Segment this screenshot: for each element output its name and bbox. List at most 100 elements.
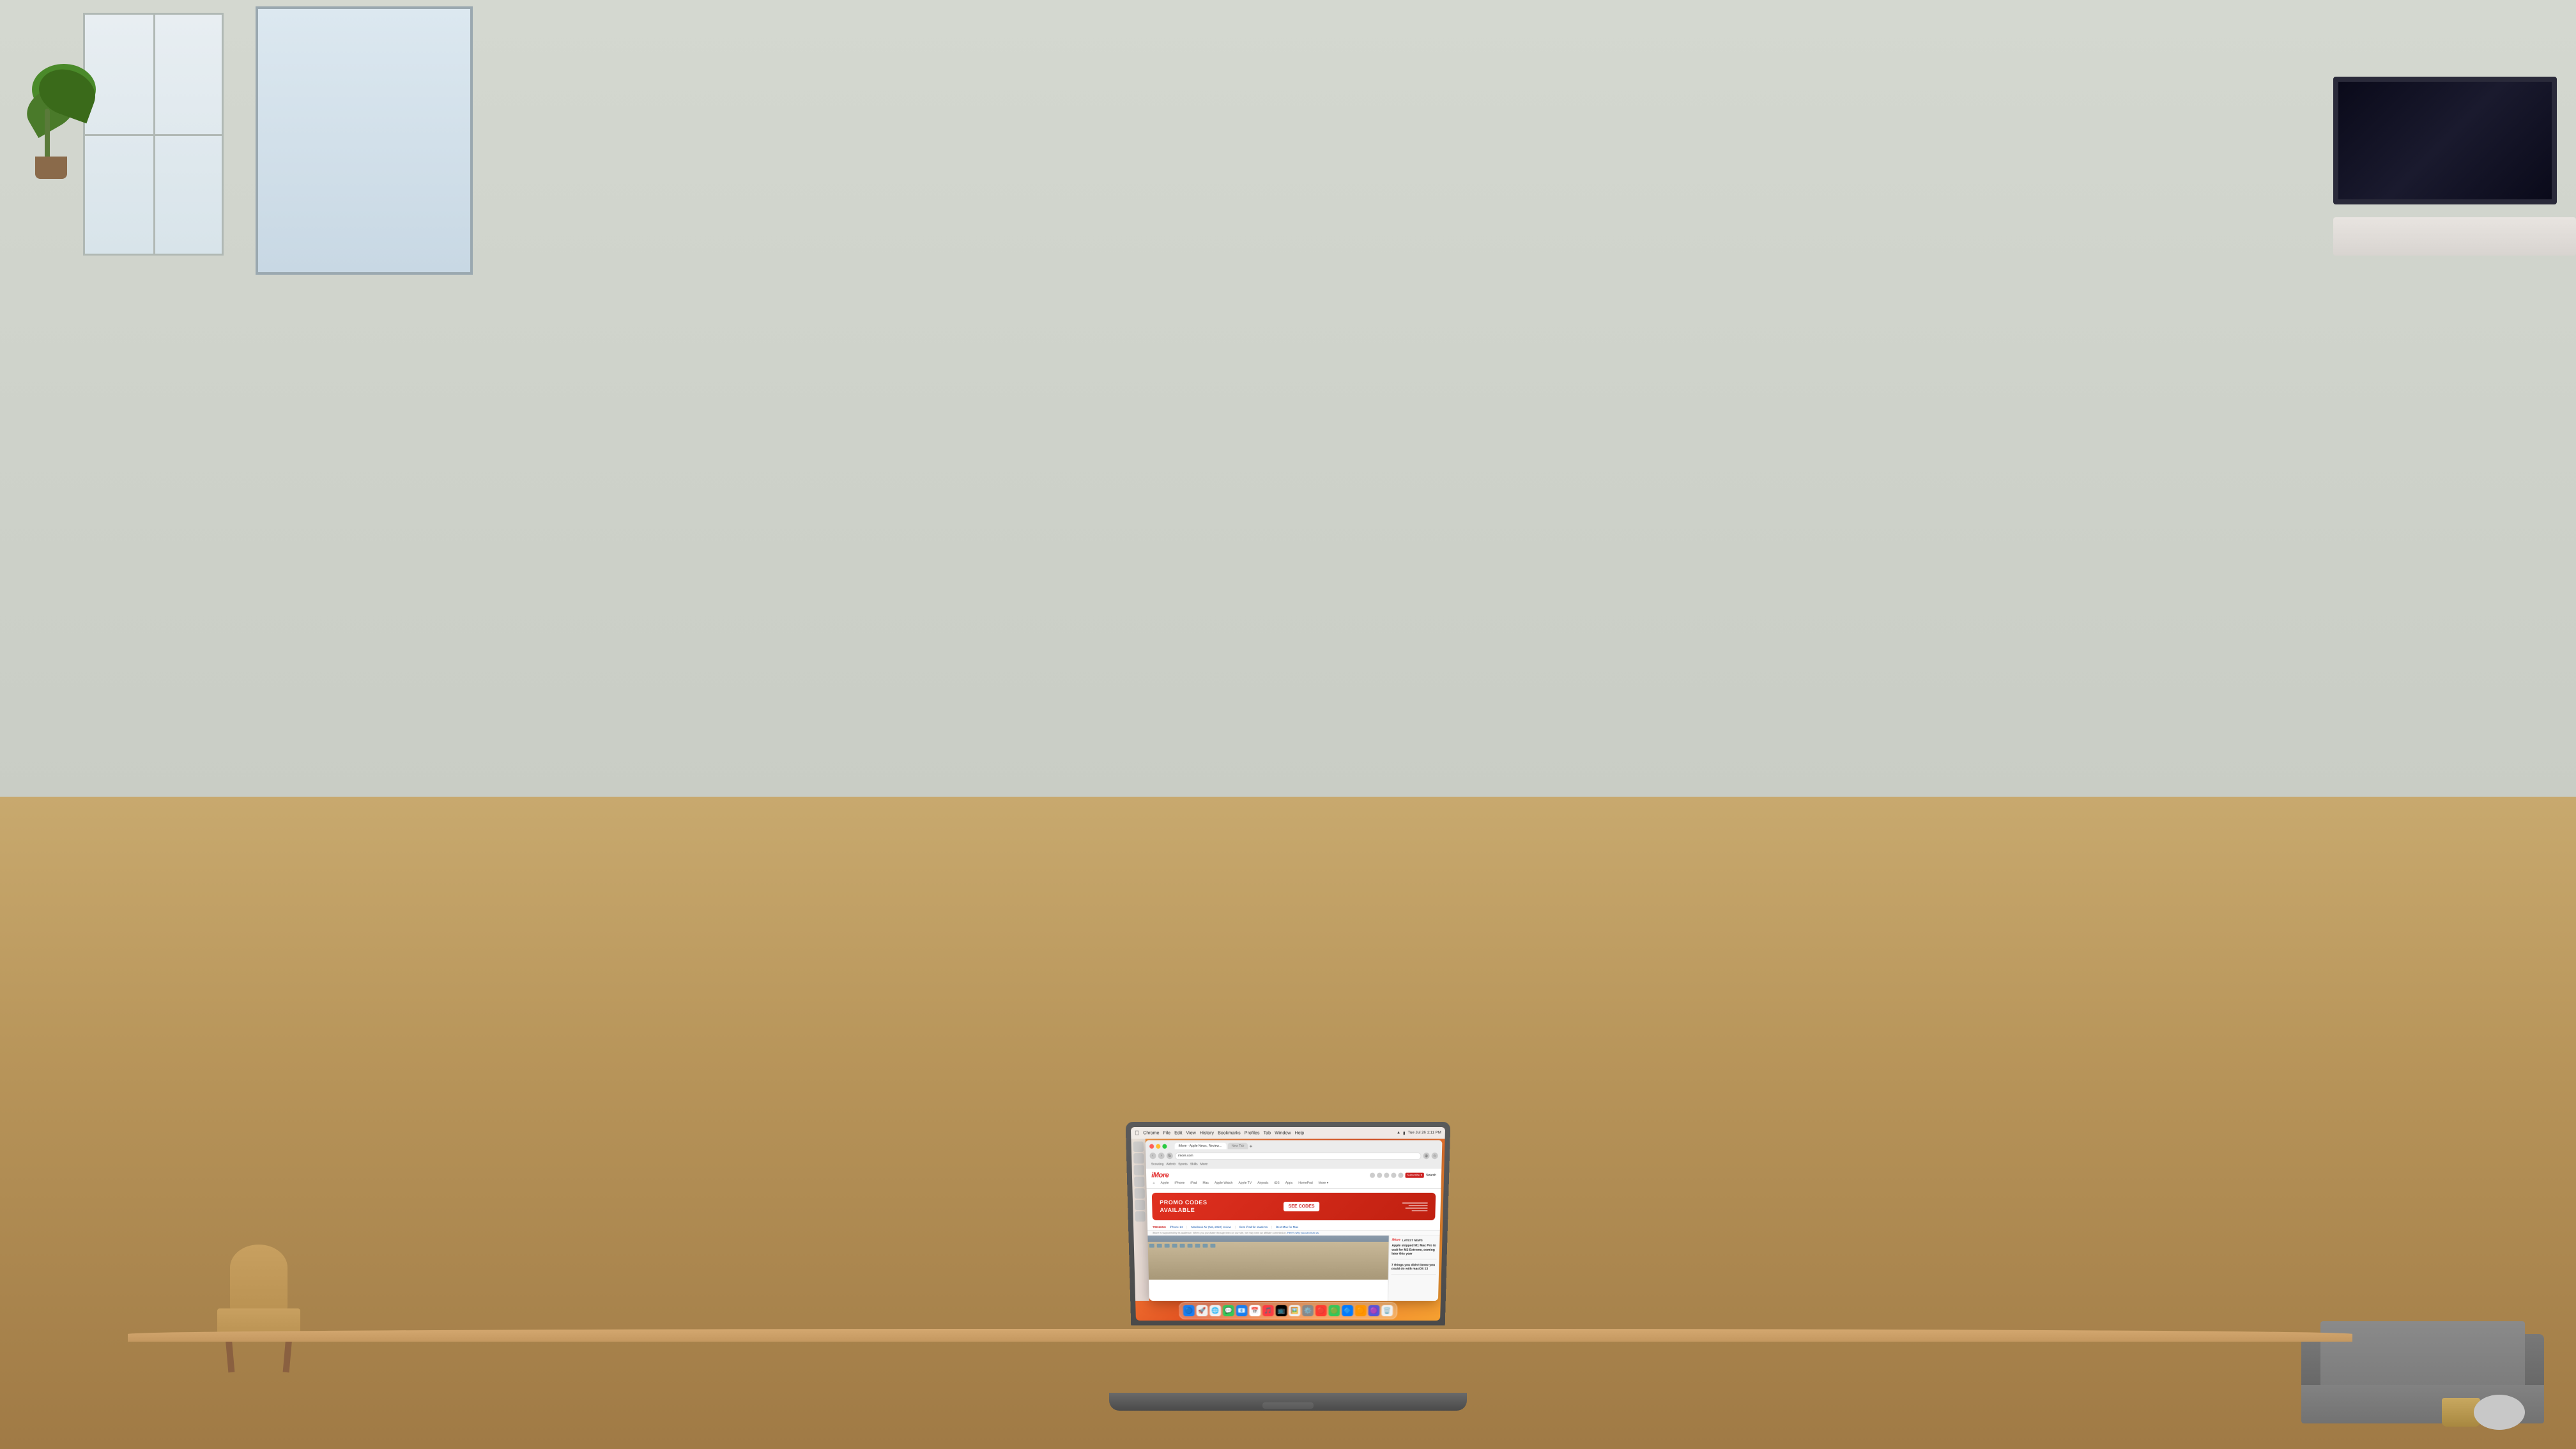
extensions-button[interactable]: ⊕ (1423, 1153, 1429, 1159)
nav-iphone[interactable]: iPhone (1173, 1181, 1186, 1186)
dock-trash[interactable]: 🗑️ (1381, 1305, 1393, 1316)
dock-launchpad[interactable]: 🚀 (1196, 1305, 1208, 1316)
sidebar-item[interactable] (1135, 1200, 1145, 1210)
new-tab-button[interactable]: + (1250, 1144, 1253, 1149)
menubar-file[interactable]: File (1163, 1131, 1171, 1135)
sidebar-item[interactable] (1134, 1177, 1145, 1187)
promo-cta-button[interactable]: SEE CODES (1284, 1202, 1320, 1211)
trending-ipad[interactable]: Best iPad for students (1239, 1225, 1268, 1229)
promo-title: PROMO CODES (1160, 1199, 1208, 1207)
address-bar[interactable]: imore.com (1175, 1153, 1422, 1160)
menubar-chrome[interactable]: Chrome (1143, 1131, 1159, 1135)
nav-homepod[interactable]: HomePod (1297, 1181, 1314, 1186)
bookmark-more[interactable]: More (1200, 1162, 1208, 1166)
nav-more[interactable]: More ▾ (1317, 1181, 1330, 1186)
main-content: iMore LATEST NEWS Apple skipped M1 Mac P… (1147, 1236, 1439, 1301)
menubar-edit[interactable]: Edit (1174, 1131, 1182, 1135)
menubar-bookmarks[interactable]: Bookmarks (1218, 1131, 1241, 1135)
menubar-help[interactable]: Help (1295, 1131, 1305, 1135)
menubar-profiles[interactable]: Profiles (1245, 1131, 1260, 1135)
chair-leg (283, 1337, 293, 1373)
news-item-title: Apple skipped M1 Mac Pro to wait for M2 … (1392, 1244, 1437, 1256)
sidebar-item[interactable] (1134, 1165, 1145, 1175)
trending-iphone14[interactable]: iPhone 14 (1170, 1225, 1183, 1229)
tv-screen (2333, 77, 2557, 204)
bookmark-sports[interactable]: Sports (1178, 1162, 1188, 1166)
nav-apple-tv[interactable]: Apple TV (1237, 1181, 1253, 1186)
bookmark-skills[interactable]: Skills (1190, 1162, 1198, 1166)
website-content: iMore Subscribe ▾ Search (1146, 1169, 1441, 1301)
close-button[interactable] (1149, 1144, 1154, 1148)
minimize-button[interactable] (1156, 1144, 1160, 1148)
inactive-tab[interactable]: New Tab (1228, 1143, 1248, 1149)
sidebar-item[interactable] (1133, 1153, 1144, 1163)
news-item-1[interactable]: Apple skipped M1 Mac Pro to wait for M2 … (1392, 1244, 1437, 1259)
bookmark-scouting[interactable]: Scouting (1151, 1162, 1164, 1166)
dock-app4[interactable]: 🟠 (1355, 1305, 1367, 1316)
imore-nav-icons: Subscribe ▾ Search (1370, 1173, 1436, 1178)
back-button[interactable]: ‹ (1149, 1153, 1156, 1159)
dock-music[interactable]: 🎵 (1262, 1305, 1274, 1316)
apple-menu[interactable]:  (1135, 1130, 1139, 1136)
dock-mail[interactable]: 📧 (1236, 1305, 1248, 1316)
dock-photos[interactable]: 🖼️ (1289, 1305, 1300, 1316)
bookmark-bar: Scouting Airbnb Sports Skills More (1150, 1162, 1438, 1167)
nav-apps[interactable]: Apps (1284, 1181, 1294, 1186)
trending-mac[interactable]: Best Mac for Mac (1276, 1225, 1298, 1229)
nav-ipad[interactable]: iPad (1189, 1181, 1198, 1186)
bookmarks-star[interactable]: ☆ (1432, 1153, 1438, 1159)
search-button[interactable]: Search (1426, 1174, 1436, 1177)
bookmark-airbnb[interactable]: Airbnb (1166, 1162, 1176, 1166)
subscribe-button[interactable]: Subscribe ▾ (1405, 1173, 1424, 1178)
nav-apple-watch[interactable]: Apple Watch (1213, 1181, 1234, 1186)
dock-calendar[interactable]: 📅 (1249, 1305, 1261, 1316)
dock-app5[interactable]: 🟣 (1368, 1305, 1380, 1316)
nav-home[interactable]: ⌂ (1151, 1181, 1156, 1186)
menubar-left:  Chrome File Edit View History Bookmark… (1135, 1130, 1304, 1136)
main-article (1147, 1236, 1388, 1301)
menubar-tab[interactable]: Tab (1264, 1131, 1271, 1135)
mac-menubar:  Chrome File Edit View History Bookmark… (1131, 1127, 1445, 1139)
menubar-history[interactable]: History (1200, 1131, 1214, 1135)
promo-subtitle: AVAILABLE (1160, 1207, 1207, 1215)
nav-ios[interactable]: iOS (1273, 1181, 1280, 1186)
nav-airpods[interactable]: Airpods (1256, 1181, 1269, 1186)
promo-banner[interactable]: PROMO CODES AVAILABLE SEE CODES (1152, 1193, 1436, 1220)
forward-button[interactable]: › (1158, 1153, 1164, 1159)
dock-settings[interactable]: ⚙️ (1302, 1305, 1314, 1316)
chair-leg (226, 1337, 235, 1373)
menubar-view[interactable]: View (1186, 1131, 1195, 1135)
building-facade (1148, 1242, 1389, 1280)
dining-chair (217, 1245, 300, 1372)
sidebar-item[interactable] (1135, 1211, 1145, 1222)
mac-dock: 🔵 🚀 🌐 💬 📧 📅 🎵 📺 🖼️ ⚙️ 🔴 🟢 🔷 🟠 🟣 🗑️ (1179, 1302, 1397, 1319)
news-sidebar: iMore LATEST NEWS Apple skipped M1 Mac P… (1388, 1236, 1440, 1301)
dock-app2[interactable]: 🟢 (1328, 1305, 1340, 1316)
sidebar-item[interactable] (1134, 1188, 1144, 1199)
dock-chrome[interactable]: 🌐 (1209, 1305, 1221, 1316)
maximize-button[interactable] (1162, 1144, 1167, 1148)
building-window (1210, 1244, 1215, 1248)
sidebar-item[interactable] (1133, 1142, 1144, 1152)
nav-apple[interactable]: Apple (1159, 1181, 1170, 1186)
affiliate-link[interactable]: Here's why you can trust us. (1287, 1231, 1319, 1234)
reload-button[interactable]: ↻ (1167, 1153, 1173, 1159)
news-item-2[interactable]: 7 things you didn't know you could do wi… (1392, 1263, 1437, 1275)
dock-tv[interactable]: 📺 (1276, 1305, 1287, 1316)
trending-macbook[interactable]: MacBook Air (M2, 2022) review (1191, 1225, 1231, 1229)
imore-news-logo: iMore (1392, 1238, 1400, 1242)
active-tab[interactable]: iMore - Apple News, Reviews, ... (1175, 1143, 1227, 1149)
imore-logo: iMore (1151, 1172, 1169, 1179)
dock-messages[interactable]: 💬 (1223, 1305, 1234, 1316)
building-window (1180, 1244, 1185, 1248)
trackpad[interactable] (1262, 1402, 1314, 1409)
promo-logo (1395, 1202, 1427, 1211)
menubar-window[interactable]: Window (1275, 1131, 1291, 1135)
nav-mac[interactable]: Mac (1201, 1181, 1210, 1186)
dock-app1[interactable]: 🔴 (1315, 1305, 1327, 1316)
tv-cabinet (2333, 217, 2576, 256)
dock-finder[interactable]: 🔵 (1183, 1305, 1195, 1316)
dock-app3[interactable]: 🔷 (1342, 1305, 1353, 1316)
menubar-right: ▲ ▮ Tue Jul 26 1:11 PM (1397, 1131, 1441, 1135)
social-icon (1370, 1173, 1375, 1178)
